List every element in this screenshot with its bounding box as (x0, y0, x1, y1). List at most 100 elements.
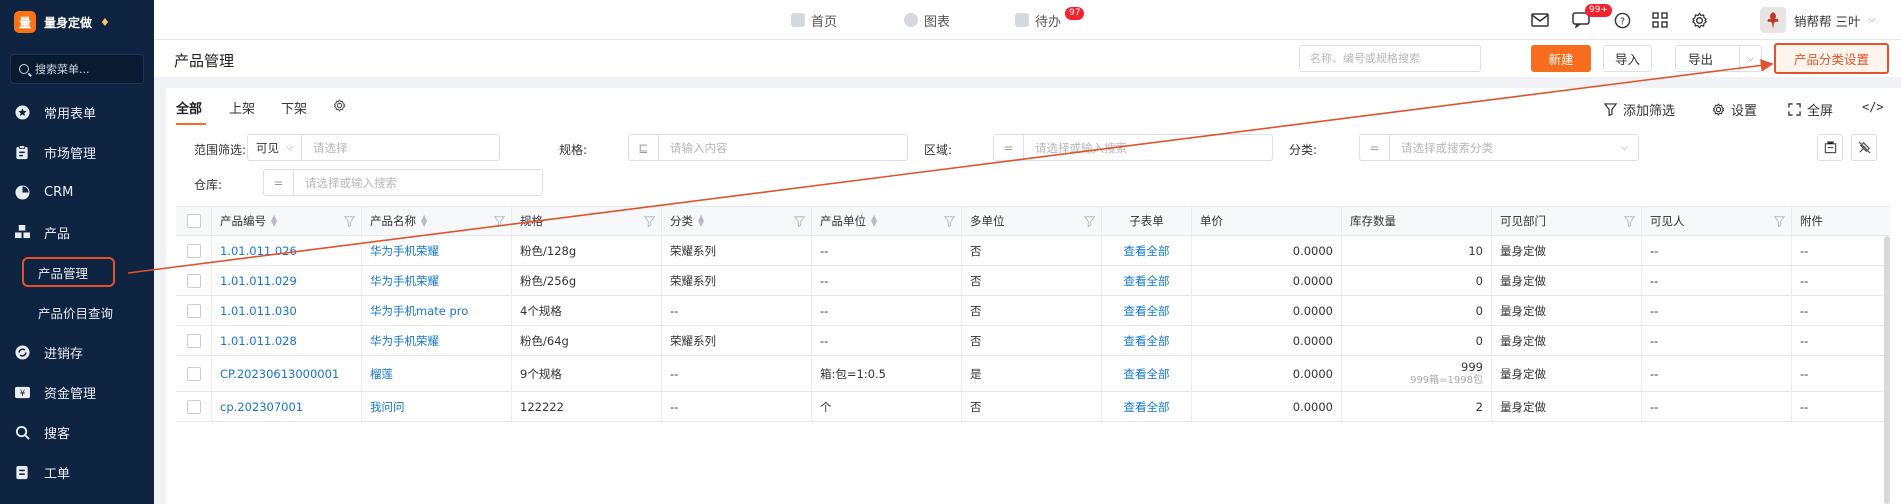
row-checkbox[interactable] (186, 399, 201, 414)
col-header-code[interactable]: 产品编号 ▲ ▼ (212, 207, 362, 235)
column-filter-icon[interactable] (944, 216, 955, 227)
contains-operator-icon[interactable]: ⊑ (629, 135, 659, 160)
sidebar-item-product[interactable]: 产品 (0, 212, 154, 252)
row-checkbox[interactable] (186, 243, 201, 258)
column-filter-icon[interactable] (494, 216, 505, 227)
col-header-stock[interactable]: 库存数量 (1342, 207, 1492, 235)
product-name-link[interactable]: 榴莲 (362, 356, 512, 391)
col-header-spec[interactable]: 规格 (512, 207, 662, 235)
row-checkbox-cell[interactable] (176, 326, 212, 355)
warehouse-filter[interactable]: = 请选择或输入搜索 (263, 169, 543, 196)
product-search-input[interactable]: 名称、编号或规格搜索 (1299, 45, 1481, 72)
table-row[interactable]: 1.01.011.029 华为手机荣耀 粉色/256g 荣耀系列 -- 否查看全部 0.00… (176, 266, 1890, 296)
product-code-link[interactable]: 1.01.011.030 (212, 296, 362, 325)
table-settings-button[interactable]: 设置 (1712, 100, 1757, 119)
mail-icon[interactable] (1531, 11, 1549, 29)
col-header-subform[interactable]: 子表单 (1102, 207, 1192, 235)
settings-gear-icon[interactable] (1690, 11, 1708, 29)
col-header-unit[interactable]: 产品单位 ▲ ▼ (812, 207, 962, 235)
table-row[interactable]: cp.202307001 我问问 122222 -- 个否查看全部 0.0000 2 量身定做… (176, 392, 1890, 422)
sidebar-item-search-customers[interactable]: 搜客 (0, 412, 154, 452)
col-header-name[interactable]: 产品名称 ▲ ▼ (362, 207, 512, 235)
view-all-link[interactable]: 查看全部 (1102, 296, 1192, 325)
spec-input[interactable]: 请输入内容 (659, 140, 728, 156)
table-row[interactable]: 1.01.011.026 华为手机荣耀 粉色/128g 荣耀系列 -- 否查看全部 0.00… (176, 236, 1890, 266)
row-checkbox-cell[interactable] (176, 356, 212, 391)
new-button[interactable]: 新建 (1531, 45, 1591, 72)
product-code-link[interactable]: CP.20230613000001 (212, 356, 362, 391)
column-filter-icon[interactable] (344, 216, 355, 227)
row-checkbox-cell[interactable] (176, 266, 212, 295)
product-name-link[interactable]: 我问问 (362, 392, 512, 421)
view-all-link[interactable]: 查看全部 (1102, 326, 1192, 355)
row-checkbox[interactable] (186, 273, 201, 288)
row-checkbox-cell[interactable] (176, 236, 212, 265)
product-name-link[interactable]: 华为手机荣耀 (362, 266, 512, 295)
equals-operator-icon[interactable]: = (1360, 135, 1390, 160)
apps-grid-icon[interactable] (1651, 11, 1669, 29)
view-all-link[interactable]: 查看全部 (1102, 266, 1192, 295)
col-header-attachment[interactable]: 附件 (1792, 207, 1890, 235)
view-all-link[interactable]: 查看全部 (1102, 392, 1192, 421)
table-row[interactable]: 1.01.011.028 华为手机荣耀 粉色/64g 荣耀系列 -- 否查看全部 0.000… (176, 326, 1890, 356)
sidebar-item-finance[interactable]: ¥ 资金管理 (0, 372, 154, 412)
select-all-checkbox[interactable] (186, 214, 201, 228)
help-icon[interactable]: ? (1613, 11, 1631, 29)
sidebar-subitem-product-management[interactable]: 产品管理 (0, 252, 154, 292)
product-code-link[interactable]: 1.01.011.029 (212, 266, 362, 295)
sort-icon[interactable]: ▲ ▼ (271, 214, 277, 228)
sidebar-item-market[interactable]: 市场管理 (0, 132, 154, 172)
product-name-link[interactable]: 华为手机荣耀 (362, 326, 512, 355)
sidebar-item-crm[interactable]: CRM (0, 172, 154, 212)
sidebar-subitem-price-query[interactable]: 产品价目查询 (0, 292, 154, 332)
col-header-price[interactable]: 单价 (1192, 207, 1342, 235)
row-checkbox[interactable] (186, 366, 201, 381)
col-header-visible-person[interactable]: 可见人 (1642, 207, 1792, 235)
import-button[interactable]: 导入 (1603, 45, 1652, 72)
view-all-link[interactable]: 查看全部 (1102, 236, 1192, 265)
tab-off-shelf[interactable]: 下架 (281, 98, 307, 117)
column-filter-icon[interactable] (1624, 216, 1635, 227)
code-view-icon[interactable]: </> (1862, 100, 1884, 114)
export-button[interactable]: 导出 ⌵ (1675, 45, 1762, 72)
view-all-link[interactable]: 查看全部 (1102, 356, 1192, 391)
col-header-category[interactable]: 分类 ▲ ▼ (662, 207, 812, 235)
add-filter-button[interactable]: 添加筛选 (1604, 100, 1675, 119)
scope-input[interactable]: 请选择 (302, 140, 348, 156)
tab-all[interactable]: 全部 (176, 98, 202, 117)
brand[interactable]: 量 量身定做 ♦ (0, 0, 154, 44)
tab-todo[interactable]: 待办 (1015, 0, 1061, 40)
column-filter-icon[interactable] (1084, 216, 1095, 227)
scope-select[interactable]: 可见 ⌵ (248, 135, 302, 160)
fullscreen-button[interactable]: 全屏 (1788, 100, 1833, 119)
column-filter-icon[interactable] (644, 216, 655, 227)
menu-search-input[interactable]: 搜索菜单... (10, 54, 144, 84)
clear-filter-icon[interactable] (1851, 134, 1877, 161)
col-header-multi-unit[interactable]: 多单位 (962, 207, 1102, 235)
product-code-link[interactable]: 1.01.011.026 (212, 236, 362, 265)
sidebar-item-inventory[interactable]: 进销存 (0, 332, 154, 372)
product-code-link[interactable]: 1.01.011.028 (212, 326, 362, 355)
row-checkbox-cell[interactable] (176, 392, 212, 421)
equals-operator-icon[interactable]: = (264, 170, 294, 195)
spec-filter[interactable]: ⊑ 请输入内容 (628, 134, 908, 161)
sidebar-item-forms[interactable]: 常用表单 (0, 92, 154, 132)
tab-home[interactable]: 首页 (791, 0, 837, 40)
warehouse-input[interactable]: 请选择或输入搜索 (294, 175, 397, 191)
sidebar-item-tickets[interactable]: 工单 (0, 452, 154, 492)
row-checkbox[interactable] (186, 333, 201, 348)
region-filter[interactable]: = 请选择或输入搜索 (993, 134, 1273, 161)
chevron-down-icon[interactable]: ⌵ (1739, 46, 1761, 71)
vertical-scrollbar[interactable] (1884, 236, 1890, 504)
user-menu[interactable]: 销帮帮 三叶 ⌵ (1760, 0, 1875, 40)
sort-icon[interactable]: ▲ ▼ (871, 214, 877, 228)
save-filter-icon[interactable] (1817, 134, 1843, 161)
equals-operator-icon[interactable]: = (994, 135, 1024, 160)
category-input[interactable]: 请选择或搜索分类 (1390, 140, 1493, 156)
select-all-checkbox-cell[interactable] (176, 207, 212, 235)
sort-icon[interactable]: ▲ ▼ (421, 214, 427, 228)
sort-icon[interactable]: ▲ ▼ (698, 214, 704, 228)
row-checkbox-cell[interactable] (176, 296, 212, 325)
scope-filter[interactable]: 可见 ⌵ 请选择 (247, 134, 500, 161)
column-filter-icon[interactable] (794, 216, 805, 227)
